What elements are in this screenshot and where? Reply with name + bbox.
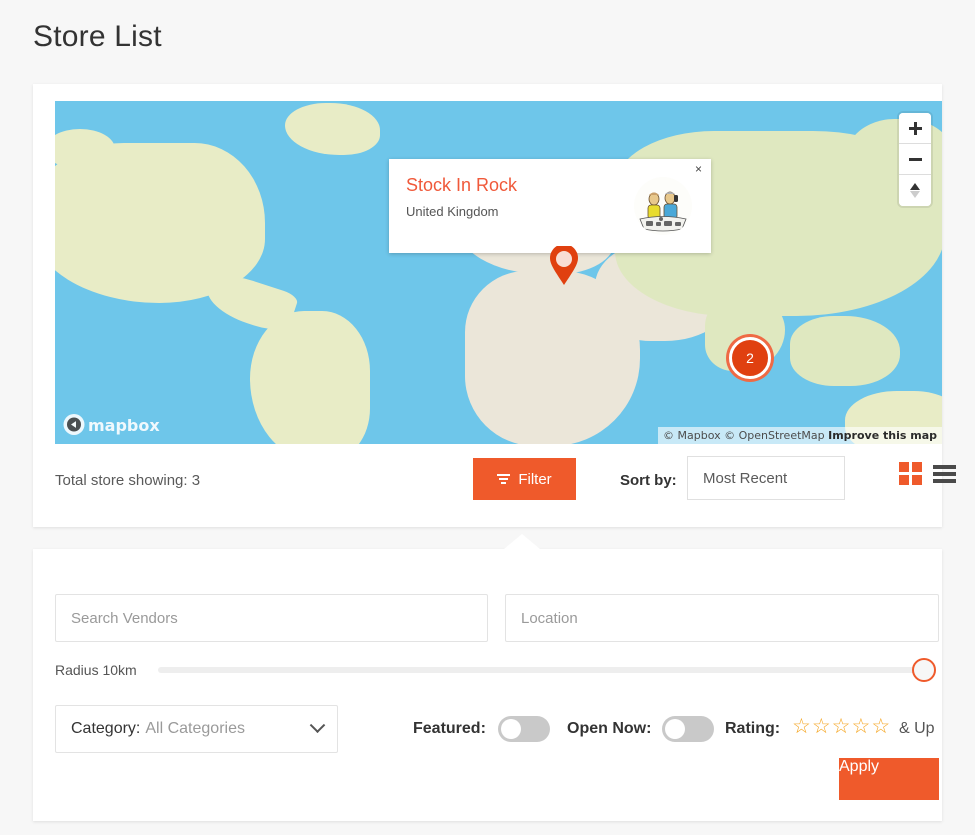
rating-stars[interactable]: ☆ ☆ ☆ ☆ ☆: [792, 716, 890, 737]
zoom-out-button[interactable]: [899, 144, 931, 175]
map-popup: Stock In Rock United Kingdom ×: [389, 159, 711, 253]
land-greenland: [285, 103, 380, 155]
list-view-icon[interactable]: [933, 465, 956, 483]
star-icon-3[interactable]: ☆: [832, 716, 851, 737]
filter-button[interactable]: Filter: [473, 458, 576, 500]
filter-panel: Search Vendors Location Radius 10km Cate…: [33, 549, 942, 821]
zoom-in-button[interactable]: [899, 113, 931, 144]
grid-view-icon[interactable]: [899, 462, 922, 485]
map-cluster-marker[interactable]: 2: [729, 337, 771, 379]
category-select[interactable]: Category: All Categories: [55, 705, 338, 753]
popup-store-location: United Kingdom: [406, 204, 499, 219]
compass-icon: [910, 183, 920, 198]
radius-slider-track[interactable]: [158, 667, 921, 673]
sort-by-select[interactable]: Most Recent: [687, 456, 845, 500]
radius-label: Radius 10km: [55, 662, 137, 678]
featured-toggle[interactable]: [498, 716, 550, 742]
map-canvas[interactable]: Stock In Rock United Kingdom ×: [55, 101, 942, 444]
total-store-count: Total store showing: 3: [55, 472, 200, 489]
featured-label: Featured:: [413, 720, 486, 738]
apply-button[interactable]: Apply: [839, 758, 939, 800]
star-icon-4[interactable]: ☆: [851, 716, 870, 737]
popup-store-name[interactable]: Stock In Rock: [406, 175, 517, 196]
map-card: Stock In Rock United Kingdom ×: [33, 84, 942, 527]
star-icon-2[interactable]: ☆: [812, 716, 831, 737]
rating-label: Rating:: [725, 720, 780, 738]
minus-icon: [909, 153, 922, 166]
filter-panel-caret: [504, 534, 540, 549]
category-select-label: Category:: [71, 720, 140, 738]
open-now-toggle[interactable]: [662, 716, 714, 742]
land-southeast-asia: [790, 316, 900, 386]
store-list-page: Store List: [0, 0, 975, 835]
sort-by-label: Sort by:: [620, 472, 677, 489]
popup-close-icon[interactable]: ×: [695, 162, 702, 176]
chevron-down-icon: [310, 717, 326, 733]
store-map-pin[interactable]: [549, 246, 579, 286]
star-icon-1[interactable]: ☆: [792, 716, 811, 737]
filter-button-label: Filter: [518, 471, 551, 488]
attribution-osm[interactable]: © OpenStreetMap: [724, 429, 825, 442]
svg-text:mapbox: mapbox: [88, 416, 160, 435]
open-now-label: Open Now:: [567, 720, 651, 738]
star-icon-5[interactable]: ☆: [871, 716, 890, 737]
plus-icon: [909, 122, 922, 135]
map-controls: [899, 113, 931, 206]
store-avatar-icon: [634, 177, 692, 235]
compass-button[interactable]: [899, 175, 931, 206]
location-input[interactable]: Location: [505, 594, 939, 642]
attribution-improve-link[interactable]: Improve this map: [828, 429, 937, 442]
attribution-mapbox[interactable]: © Mapbox: [663, 429, 721, 442]
map-attribution: © Mapbox © OpenStreetMap Improve this ma…: [658, 427, 942, 444]
and-up-label: & Up: [899, 720, 935, 738]
search-vendors-input[interactable]: Search Vendors: [55, 594, 488, 642]
filter-icon: [497, 474, 510, 484]
land-south-america: [250, 311, 370, 444]
category-select-value: All Categories: [145, 720, 245, 738]
view-mode-toggle: [899, 462, 956, 485]
radius-slider-handle[interactable]: [912, 658, 936, 682]
mapbox-logo[interactable]: mapbox: [63, 413, 168, 436]
page-title: Store List: [33, 20, 162, 54]
